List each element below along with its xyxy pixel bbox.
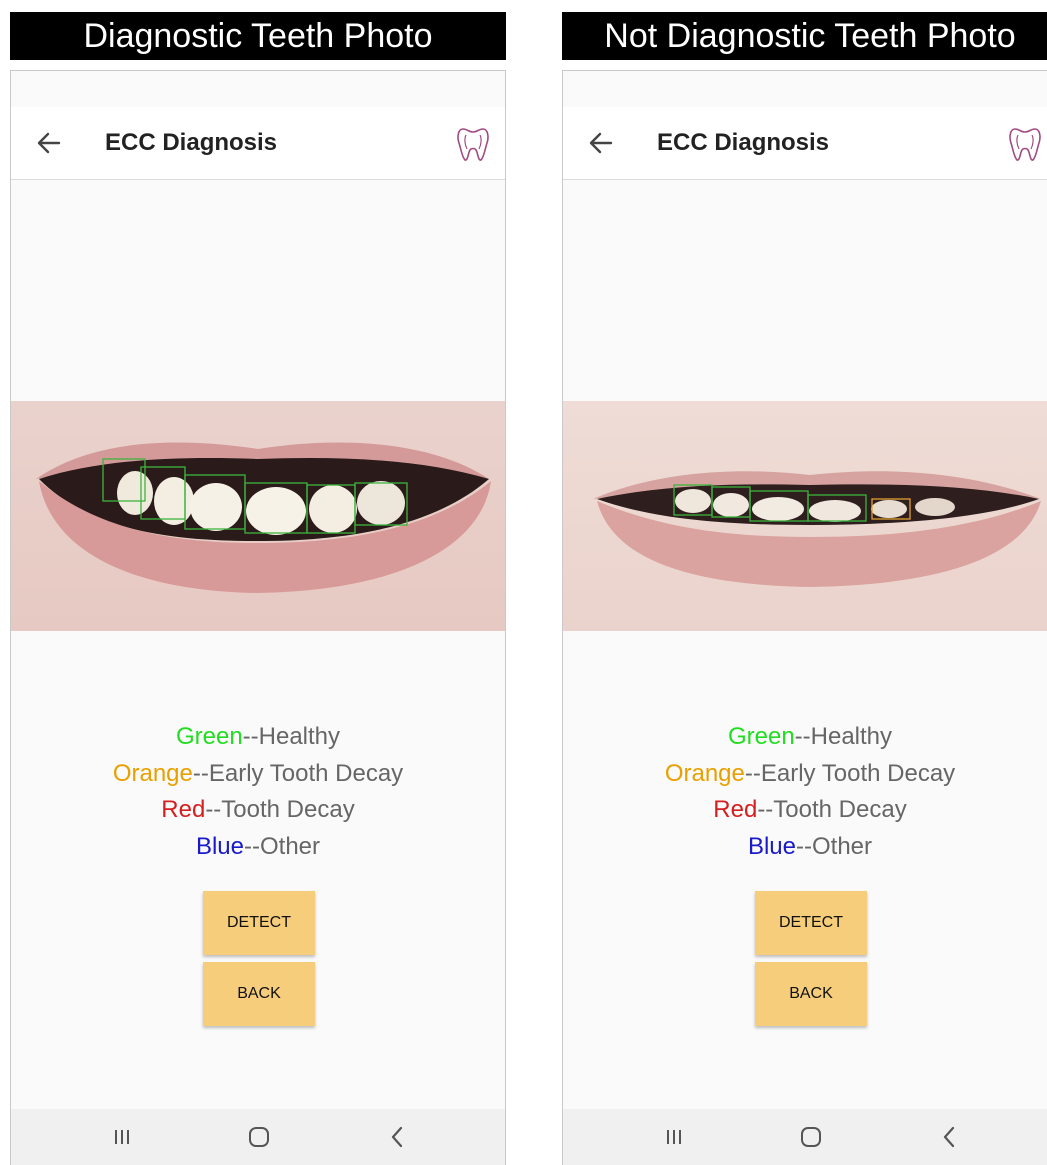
nav-back-icon[interactable] (382, 1123, 412, 1151)
back-button[interactable]: BACK (755, 962, 867, 1026)
legend-color-label: Orange (112, 759, 193, 787)
home-icon[interactable] (244, 1123, 274, 1151)
phone-screen: ECC Diagnosis Green--Healthy Orange--Ear… (562, 70, 1047, 1165)
teeth-photo (11, 401, 505, 631)
phone-screen: ECC Diagnosis Green--Healthy Orange--Ear… (10, 70, 506, 1165)
legend-description: --Healthy (242, 723, 341, 750)
legend-color-label: Red (161, 796, 206, 823)
legend-description: --Early Tooth Decay (744, 759, 956, 787)
recents-icon[interactable] (107, 1123, 137, 1151)
legend-color-label: Red (713, 796, 758, 823)
back-button[interactable]: BACK (203, 962, 315, 1026)
legend-row-decay: Red--Tooth Decay (11, 792, 505, 829)
legend-color-label: Blue (195, 832, 245, 860)
legend-color-label: Blue (747, 832, 797, 860)
legend-description: --Early Tooth Decay (192, 759, 404, 787)
panel-title: Not Diagnostic Teeth Photo (562, 12, 1047, 60)
app-bar: ECC Diagnosis (11, 107, 505, 180)
legend-row-healthy: Green--Healthy (11, 719, 505, 756)
panel-title: Diagnostic Teeth Photo (10, 12, 506, 60)
tooth-logo-icon (457, 128, 489, 161)
status-bar (563, 71, 1047, 107)
legend-row-healthy: Green--Healthy (563, 719, 1047, 756)
legend-row-early-decay: Orange--Early Tooth Decay (11, 756, 505, 793)
color-legend: Green--Healthy Orange--Early Tooth Decay… (11, 719, 505, 865)
tooth-logo-icon (1009, 128, 1041, 161)
back-arrow-icon[interactable] (35, 129, 63, 157)
system-nav-bar (563, 1109, 1047, 1165)
legend-description: --Other (244, 832, 321, 860)
panel-not-diagnostic: Not Diagnostic Teeth Photo ECC Diagnosis (562, 0, 1047, 1165)
app-bar: ECC Diagnosis (563, 107, 1047, 180)
teeth-photo (563, 401, 1047, 631)
legend-row-early-decay: Orange--Early Tooth Decay (563, 756, 1047, 793)
color-legend: Green--Healthy Orange--Early Tooth Decay… (563, 719, 1047, 865)
detect-button[interactable]: DETECT (755, 891, 867, 955)
recents-icon[interactable] (659, 1123, 689, 1151)
legend-color-label: Green (175, 723, 243, 750)
app-title: ECC Diagnosis (105, 129, 278, 156)
legend-row-decay: Red--Tooth Decay (563, 792, 1047, 829)
legend-color-label: Green (727, 723, 795, 750)
status-bar (11, 71, 505, 107)
legend-row-other: Blue--Other (11, 829, 505, 866)
back-arrow-icon[interactable] (587, 129, 615, 157)
legend-row-other: Blue--Other (563, 829, 1047, 866)
legend-description: --Tooth Decay (757, 796, 907, 823)
system-nav-bar (11, 1109, 505, 1165)
detect-button[interactable]: DETECT (203, 891, 315, 955)
legend-description: --Other (796, 832, 873, 860)
app-title: ECC Diagnosis (657, 129, 830, 156)
legend-description: --Tooth Decay (205, 796, 355, 823)
nav-back-icon[interactable] (934, 1123, 964, 1151)
legend-color-label: Orange (664, 759, 745, 787)
home-icon[interactable] (796, 1123, 826, 1151)
legend-description: --Healthy (794, 723, 893, 750)
panel-diagnostic: Diagnostic Teeth Photo ECC Diagnosis Gre… (10, 0, 506, 1165)
